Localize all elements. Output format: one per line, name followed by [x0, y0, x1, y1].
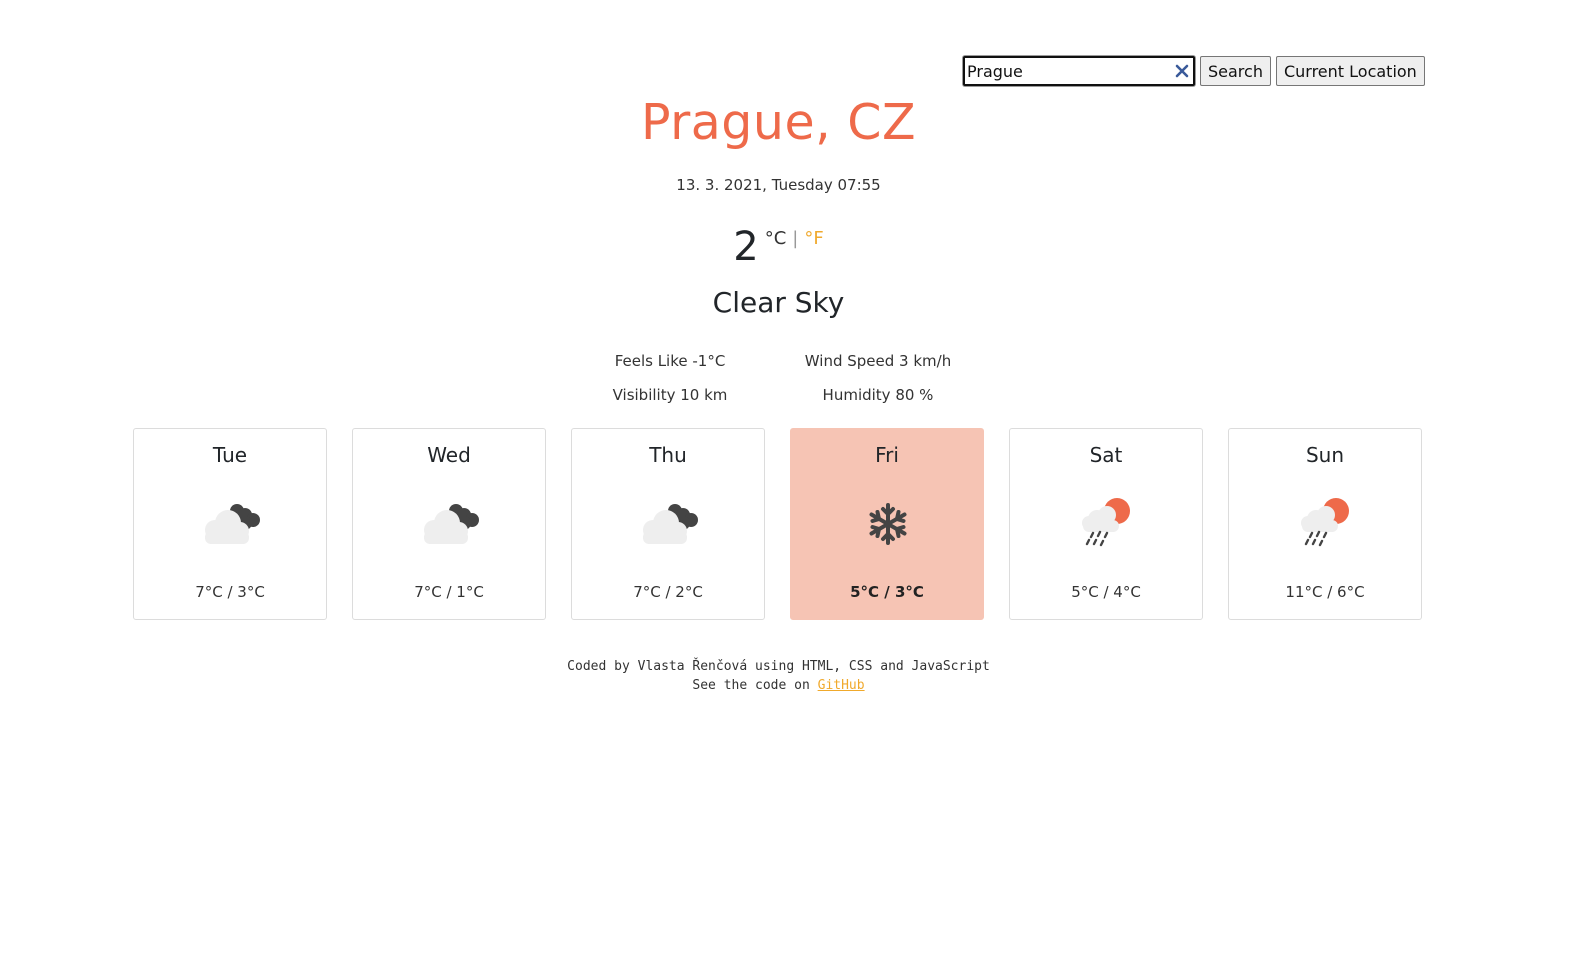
wind-speed: Wind Speed 3 km/h — [804, 352, 952, 370]
date-time: 13. 3. 2021, Tuesday 07:55 — [676, 176, 881, 194]
humidity: Humidity 80 % — [822, 386, 934, 404]
weather-details: Feels Like -1°C Wind Speed 3 km/h Visibi… — [578, 351, 998, 405]
search-bar: Search Current Location — [963, 56, 1425, 86]
feels-like: Feels Like -1°C — [614, 352, 726, 370]
footer-credit: Coded by Vlasta Řenčová using HTML, CSS … — [567, 659, 990, 674]
forecast-day: Fri — [875, 443, 899, 467]
visibility: Visibility 10 km — [612, 386, 728, 404]
city-title: Prague, CZ — [640, 94, 917, 151]
footer-source: See the code on GitHub — [0, 676, 1557, 695]
forecast-temp: 7°C / 3°C — [195, 583, 265, 601]
forecast-card[interactable]: Sun 11°C / 6°C — [1228, 428, 1422, 620]
forecast-list: Tue 7°C / 3°C Wed 7°C / 1°C Thu 7°C / 2°… — [133, 428, 1422, 620]
forecast-temp: 7°C / 2°C — [633, 583, 703, 601]
forecast-temp: 5°C / 3°C — [850, 583, 924, 601]
forecast-day: Tue — [212, 443, 248, 467]
forecast-day: Thu — [649, 443, 687, 467]
cloudy-night-icon — [193, 493, 269, 553]
fahrenheit-link[interactable]: °F — [804, 228, 823, 249]
current-location-button[interactable]: Current Location — [1275, 56, 1425, 86]
cloudy-night-icon — [412, 493, 488, 553]
forecast-day: Wed — [427, 443, 471, 467]
clear-icon[interactable] — [1175, 64, 1189, 78]
forecast-card[interactable]: Wed 7°C / 1°C — [352, 428, 546, 620]
footer-source-text: See the code on — [692, 678, 818, 693]
github-link[interactable]: GitHub — [818, 678, 865, 693]
search-input[interactable] — [965, 58, 1167, 84]
forecast-temp: 7°C / 1°C — [414, 583, 484, 601]
temperature-row: 2 °C | °F — [0, 222, 1557, 272]
forecast-card[interactable]: Sat 5°C / 4°C — [1009, 428, 1203, 620]
unit-separator: | — [792, 228, 799, 249]
forecast-day: Sun — [1305, 443, 1345, 467]
current-temperature: 2 — [733, 224, 759, 270]
celsius-link[interactable]: °C — [765, 228, 787, 249]
sun-rain-icon — [1288, 493, 1364, 553]
search-field[interactable] — [963, 56, 1195, 86]
forecast-day: Sat — [1089, 443, 1123, 467]
unit-switcher: °C | °F — [765, 228, 824, 249]
forecast-temp: 11°C / 6°C — [1285, 583, 1365, 601]
forecast-temp: 5°C / 4°C — [1071, 583, 1141, 601]
footer: Coded by Vlasta Řenčová using HTML, CSS … — [0, 657, 1557, 695]
forecast-card[interactable]: Fri 5°C / 3°C — [790, 428, 984, 620]
snowflake-icon — [850, 493, 926, 553]
forecast-card[interactable]: Thu 7°C / 2°C — [571, 428, 765, 620]
forecast-card[interactable]: Tue 7°C / 3°C — [133, 428, 327, 620]
weather-description: Clear Sky — [712, 286, 845, 319]
search-button[interactable]: Search — [1200, 56, 1271, 86]
cloudy-night-icon — [631, 493, 707, 553]
sun-rain-icon — [1069, 493, 1145, 553]
